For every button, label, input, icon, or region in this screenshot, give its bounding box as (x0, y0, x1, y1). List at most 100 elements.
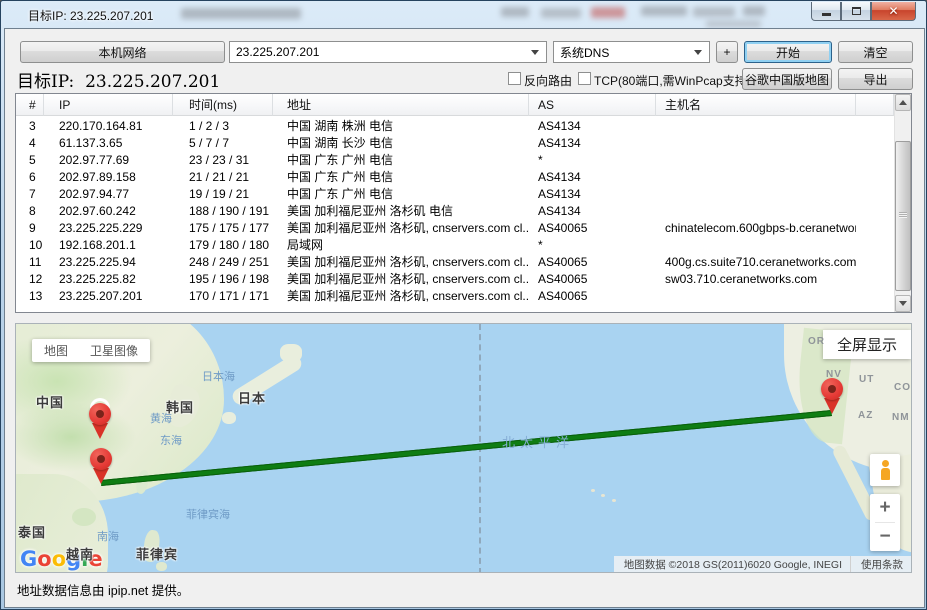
table-cell (656, 169, 856, 186)
scroll-down-button[interactable] (895, 295, 911, 312)
map-label-nv: NV (826, 369, 842, 380)
zoom-in-button[interactable]: + (870, 494, 900, 522)
export-button[interactable]: 导出 (838, 68, 913, 90)
table-row[interactable]: 5202.97.77.6923 / 23 / 31中国 广东 广州 电信* (16, 152, 894, 169)
redacted-text (501, 7, 529, 17)
table-cell: 美国 加利福尼亚州 洛杉矶 电信 (273, 203, 529, 220)
titlebar[interactable]: 目标IP: 23.225.207.201 ✕ (1, 1, 926, 28)
table-cell: AS4134 (529, 203, 656, 220)
table-body: 3220.170.164.811 / 2 / 3中国 湖南 株洲 电信AS413… (16, 118, 894, 305)
landmass-hawaii (612, 499, 616, 502)
pegman-control[interactable] (870, 454, 900, 486)
scrollbar-thumb[interactable] (895, 141, 911, 291)
close-icon: ✕ (888, 4, 898, 18)
scroll-up-button[interactable] (895, 94, 911, 111)
redacted-text (591, 7, 625, 18)
map-marker-china-2[interactable] (89, 448, 113, 485)
local-network-button[interactable]: 本机网络 (20, 41, 225, 63)
table-cell: 中国 广东 广州 电信 (273, 186, 529, 203)
map-marker-china-1[interactable] (88, 403, 112, 440)
reverse-route-checkbox[interactable] (508, 72, 521, 85)
map-type-satellite-button[interactable]: 卫星图像 (90, 342, 138, 359)
table-cell: 1 / 2 / 3 (173, 118, 273, 135)
table-cell: AS4134 (529, 169, 656, 186)
maximize-button[interactable] (841, 2, 871, 21)
column-header[interactable]: # (16, 94, 44, 116)
table-row[interactable]: 1323.225.207.201170 / 171 / 171美国 加利福尼亚州… (16, 288, 894, 305)
tcp-checkbox[interactable] (578, 72, 591, 85)
table-row[interactable]: 461.137.3.655 / 7 / 7中国 湖南 长沙 电信AS4134 (16, 135, 894, 152)
target-ip-combobox[interactable] (229, 41, 547, 63)
table-scrollbar[interactable] (894, 94, 911, 312)
map-label-yellow-sea: 黄海 (150, 410, 172, 426)
table-cell: 170 / 171 / 171 (173, 288, 273, 305)
zoom-control: + − (870, 494, 900, 551)
target-ip-input[interactable] (230, 45, 531, 59)
table-cell: 195 / 196 / 198 (173, 271, 273, 288)
close-button[interactable]: ✕ (871, 2, 916, 21)
tcp-label[interactable]: TCP(80端口,需WinPcap支持) (594, 72, 751, 89)
map-attribution: 地图数据 ©2018 GS(2011)6020 Google, INEGI 使用… (614, 557, 911, 572)
map-label-japan: 日本 (238, 388, 266, 407)
zoom-out-button[interactable]: − (870, 523, 900, 551)
table-cell: 23.225.225.94 (44, 254, 173, 271)
table-row[interactable]: 1123.225.225.94248 / 249 / 251美国 加利福尼亚州 … (16, 254, 894, 271)
table-row[interactable]: 3220.170.164.811 / 2 / 3中国 湖南 株洲 电信AS413… (16, 118, 894, 135)
table-cell: 4 (16, 135, 44, 152)
table-cell: 美国 加利福尼亚州 洛杉矶, cnservers.com cl... (273, 254, 529, 271)
map-label-sea-of-japan: 日本海 (202, 368, 235, 384)
map-label-east-china-sea: 东海 (160, 432, 182, 448)
reverse-route-label[interactable]: 反向路由 (524, 72, 572, 89)
google-cn-map-button[interactable]: 谷歌中国版地图 (742, 68, 832, 90)
column-header[interactable]: AS (529, 94, 656, 116)
maximize-icon (852, 7, 861, 15)
start-button[interactable]: 开始 (744, 41, 832, 63)
table-cell: 202.97.60.242 (44, 203, 173, 220)
dns-select[interactable]: 系统DNS (553, 41, 710, 63)
table-row[interactable]: 923.225.225.229175 / 175 / 177美国 加利福尼亚州 … (16, 220, 894, 237)
landmass-hawaii (591, 489, 595, 492)
table-row[interactable]: 8202.97.60.242188 / 190 / 191美国 加利福尼亚州 洛… (16, 203, 894, 220)
chevron-down-icon[interactable] (531, 50, 539, 55)
route-map[interactable]: 地图 卫星图像 全屏显示 + − Google 地图数据 ©2018 GS(20… (15, 323, 912, 573)
column-header[interactable]: 主机名 (656, 94, 856, 116)
fullscreen-button[interactable]: 全屏显示 (823, 330, 911, 359)
google-logo-letter: o (52, 547, 66, 571)
table-cell: 192.168.201.1 (44, 237, 173, 254)
app-window: 目标IP: 23.225.207.201 ✕ 本机网络 系统DNS + 开始 清… (0, 0, 927, 610)
clear-button[interactable]: 清空 (838, 41, 913, 63)
map-label-ut: UT (859, 374, 874, 385)
google-logo-letter: G (20, 547, 37, 571)
marker-tail (92, 423, 108, 439)
column-header[interactable]: IP (44, 94, 173, 116)
table-cell: 6 (16, 169, 44, 186)
add-dns-button[interactable]: + (716, 41, 738, 63)
table-cell: 175 / 175 / 177 (173, 220, 273, 237)
table-row[interactable]: 7202.97.94.7719 / 19 / 21中国 广东 广州 电信AS41… (16, 186, 894, 203)
table-cell: 248 / 249 / 251 (173, 254, 273, 271)
redacted-text (641, 6, 687, 16)
column-header[interactable]: 地址 (273, 94, 529, 116)
chevron-down-icon[interactable] (694, 50, 702, 55)
marker-dot (97, 455, 105, 463)
table-cell (656, 118, 856, 135)
terms-link[interactable]: 使用条款 (850, 556, 911, 574)
map-type-map-button[interactable]: 地图 (44, 342, 68, 359)
target-ip-label: 目标IP: 23.225.207.201 (17, 67, 220, 92)
landmass-asia-forest (15, 402, 136, 472)
minimize-button[interactable] (811, 2, 841, 21)
redacted-text (743, 6, 765, 16)
window-controls: ✕ (811, 2, 916, 21)
column-header[interactable]: 时间(ms) (173, 94, 273, 116)
map-label-south-china-sea: 南海 (97, 528, 119, 544)
landmass-philippines (156, 562, 167, 571)
table-row[interactable]: 10192.168.201.1179 / 180 / 180局域网* (16, 237, 894, 254)
table-cell: 中国 广东 广州 电信 (273, 169, 529, 186)
landmass-hawaii (601, 494, 605, 497)
table-row[interactable]: 1223.225.225.82195 / 196 / 198美国 加利福尼亚州 … (16, 271, 894, 288)
google-logo-letter: o (37, 547, 51, 571)
map-marker-california[interactable] (820, 378, 844, 415)
table-cell: * (529, 152, 656, 169)
table-row[interactable]: 6202.97.89.15821 / 21 / 21中国 广东 广州 电信AS4… (16, 169, 894, 186)
table-cell: 5 (16, 152, 44, 169)
